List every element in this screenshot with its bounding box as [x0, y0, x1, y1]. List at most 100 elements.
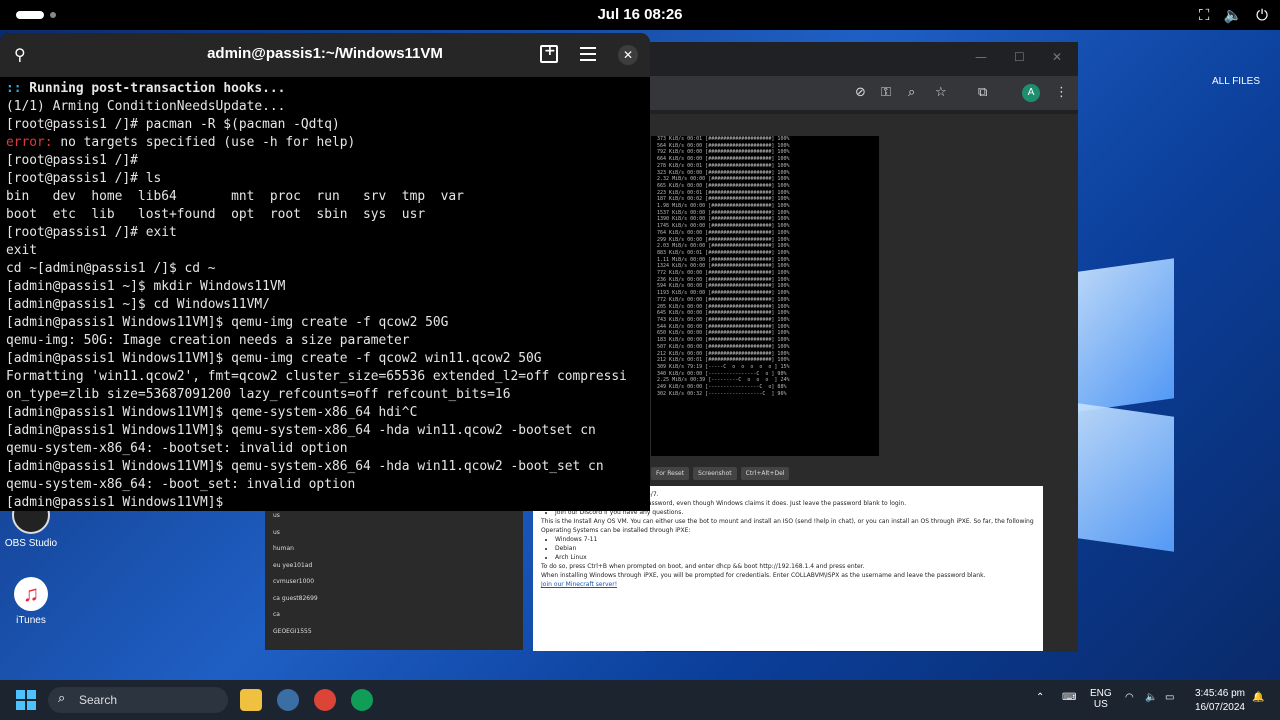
- chrome-icon[interactable]: [314, 689, 336, 711]
- terminal-line: on_type=zlib size=53687091200 lazy_refco…: [6, 386, 644, 404]
- system-tray[interactable]: ⛶ 🔈 ⏻: [1199, 6, 1268, 24]
- search-icon: ⌕: [58, 691, 66, 706]
- terminal-text: qemu-img: 50G: Image creation needs a si…: [6, 333, 410, 348]
- all-files-label[interactable]: ALL FILES: [1212, 76, 1260, 87]
- start-button[interactable]: [16, 690, 36, 710]
- volume-icon[interactable]: 🔈: [1223, 6, 1242, 24]
- terminal-line: cd ~[admin@passis1 /]$ cd ~: [6, 260, 644, 278]
- clock[interactable]: Jul 16 08:26: [0, 6, 1280, 23]
- terminal-window[interactable]: ⚲ admin@passis1:~/Windows11VM ✕ :: Runni…: [0, 33, 650, 511]
- wifi-icon[interactable]: ◠: [1125, 692, 1134, 703]
- chat-user[interactable]: us: [265, 525, 523, 542]
- eye-off-icon[interactable]: ⊘: [855, 85, 866, 100]
- chat-user[interactable]: GEOEGI1555: [265, 624, 523, 641]
- terminal-line: [admin@passis1 Windows11VM]$ qemu-system…: [6, 458, 644, 476]
- chat-user[interactable]: ca: [265, 607, 523, 624]
- gnome-top-bar: Jul 16 08:26 ⛶ 🔈 ⏻: [0, 0, 1280, 30]
- date-text: 16/07/2024: [1194, 702, 1245, 713]
- info-item: Windows 7-11: [555, 535, 1035, 544]
- terminal-text: error:: [6, 135, 53, 150]
- terminal-text: [admin@passis1 Windows11VM]$ qemu-img cr…: [6, 351, 542, 366]
- close-icon[interactable]: ✕: [618, 45, 638, 65]
- terminal-text: qemu-system-x86_64: -bootset: invalid op…: [6, 441, 348, 456]
- minecraft-link[interactable]: Join our Minecraft server!: [541, 580, 1035, 589]
- terminal-text: [admin@passis1 Windows11VM]$ qemu-img cr…: [6, 315, 449, 330]
- terminal-headerbar[interactable]: ⚲ admin@passis1:~/Windows11VM ✕: [0, 33, 650, 77]
- terminal-text: [admin@passis1 ~]$ mkdir Windows11VM: [6, 279, 286, 294]
- info-paragraph: This is the Install Any OS VM. You can e…: [541, 518, 1034, 534]
- terminal-text: [admin@passis1 Windows11VM]$ qemu-system…: [6, 423, 596, 438]
- zoom-icon[interactable]: ⌕: [908, 85, 915, 100]
- profile-avatar[interactable]: A: [1022, 84, 1040, 102]
- itunes-shortcut[interactable]: ♫ iTunes: [1, 577, 61, 626]
- itunes-label: iTunes: [16, 615, 46, 626]
- browser-titlebar[interactable]: — ☐ ✕: [645, 42, 1078, 76]
- terminal-line: qemu-system-x86_64: -boot_set: invalid o…: [6, 476, 644, 494]
- keyboard-icon[interactable]: ⌨: [1062, 692, 1076, 703]
- vm-control-buttons: For Reset Screenshot Ctrl+Alt+Del: [651, 467, 790, 480]
- file-explorer-icon[interactable]: [240, 689, 262, 711]
- itunes-icon: ♫: [14, 577, 48, 611]
- maximize-icon[interactable]: ☐: [1014, 50, 1025, 64]
- vm-screen-output[interactable]: 373 KiB/s 00:01 [#####################] …: [651, 136, 879, 456]
- terminal-text: [root@passis1 /]# pacman -R $(pacman -Qd…: [6, 117, 340, 132]
- terminal-text: cd ~[admin@passis1 /]$ cd ~: [6, 261, 216, 276]
- more-menu-icon[interactable]: ⋮: [1055, 85, 1068, 100]
- screenshot-button[interactable]: Screenshot: [693, 467, 737, 480]
- terminal-text: [admin@passis1 Windows11VM]$: [6, 495, 232, 510]
- terminal-text: Formatting 'win11.qcow2', fmt=qcow2 clus…: [6, 369, 627, 384]
- terminal-line: [admin@passis1 Windows11VM]$ qemu-system…: [6, 422, 644, 440]
- terminal-output[interactable]: :: Running post-transaction hooks... (1/1…: [0, 77, 650, 511]
- terminal-line: [admin@passis1 Windows11VM]$: [6, 494, 644, 511]
- chat-user[interactable]: human: [265, 541, 523, 558]
- terminal-line: exit: [6, 242, 644, 260]
- language-indicator[interactable]: ENG US: [1090, 688, 1112, 710]
- taskbar-search[interactable]: ⌕ Search: [48, 687, 228, 713]
- terminal-text: [admin@passis1 ~]$ cd Windows11VM/: [6, 297, 270, 312]
- taskbar-clock[interactable]: 3:45:46 pm 16/07/2024: [1195, 687, 1245, 715]
- chat-user[interactable]: cvmuser1000: [265, 574, 523, 591]
- time-text: 3:45:46 pm: [1194, 688, 1245, 699]
- notification-icon[interactable]: 🔔: [1252, 692, 1264, 703]
- hamburger-menu-icon[interactable]: [580, 47, 596, 65]
- terminal-line: [root@passis1 /]# exit: [6, 224, 644, 242]
- chat-user-list[interactable]: us us human eu yee101ad cvmuser1000 ca g…: [265, 508, 523, 650]
- chat-user[interactable]: eu yee101ad: [265, 558, 523, 575]
- reset-button[interactable]: For Reset: [651, 467, 690, 480]
- chat-user[interactable]: ca guest82699: [265, 591, 523, 608]
- terminal-line: [root@passis1 /]# ls: [6, 170, 644, 188]
- ctrl-alt-del-button[interactable]: Ctrl+Alt+Del: [740, 467, 790, 480]
- terminal-line: qemu-system-x86_64: -bootset: invalid op…: [6, 440, 644, 458]
- speaker-icon[interactable]: 🔈: [1145, 692, 1157, 703]
- terminal-text: [root@passis1 /]#: [6, 153, 138, 168]
- new-tab-icon[interactable]: [540, 43, 558, 63]
- terminal-text: on_type=zlib size=53687091200 lazy_refco…: [6, 387, 511, 402]
- terminal-text: (1/1) Arming ConditionNeedsUpdate...: [6, 99, 286, 114]
- key-icon[interactable]: ⚿: [881, 85, 891, 100]
- bookmark-star-icon[interactable]: ☆: [935, 85, 947, 100]
- terminal-text: ::: [6, 81, 30, 96]
- info-item: Debian: [555, 544, 1035, 553]
- extensions-icon[interactable]: ⧉: [978, 85, 987, 100]
- terminal-text: bin dev home lib64 mnt proc run srv tmp …: [6, 189, 464, 204]
- terminal-line: Formatting 'win11.qcow2', fmt=qcow2 clus…: [6, 368, 644, 386]
- info-paragraph: When installing Windows through iPXE, yo…: [541, 572, 986, 579]
- chevron-up-icon[interactable]: ⌃: [1036, 692, 1044, 703]
- terminal-line: qemu-img: 50G: Image creation needs a si…: [6, 332, 644, 350]
- terminal-text: [admin@passis1 Windows11VM]$ qeme-system…: [6, 405, 418, 420]
- power-icon[interactable]: ⏻: [1256, 6, 1268, 24]
- minimize-icon[interactable]: —: [975, 50, 987, 64]
- browser-toolbar: ⊘ ⚿ ⌕ ☆ ⧉ A ⋮: [645, 76, 1078, 110]
- terminal-line: (1/1) Arming ConditionNeedsUpdate...: [6, 98, 644, 116]
- settings-gear-icon[interactable]: [277, 689, 299, 711]
- network-icon[interactable]: ⛶: [1199, 6, 1210, 24]
- info-paragraph: To do so, press Ctrl+B when prompted on …: [541, 563, 865, 570]
- chrome-canary-icon[interactable]: [351, 689, 373, 711]
- windows-taskbar: ⌕ Search ⌃ ⌨ ENG US ◠ 🔈 ▭ 3:45:46 pm 16/…: [0, 680, 1280, 720]
- terminal-text: [admin@passis1 Windows11VM]$ qemu-system…: [6, 459, 604, 474]
- close-icon[interactable]: ✕: [1052, 50, 1062, 64]
- terminal-line: [admin@passis1 ~]$ cd Windows11VM/: [6, 296, 644, 314]
- battery-icon[interactable]: ▭: [1165, 692, 1174, 703]
- terminal-line: [admin@passis1 Windows11VM]$ qeme-system…: [6, 404, 644, 422]
- terminal-line: [admin@passis1 Windows11VM]$ qemu-img cr…: [6, 314, 644, 332]
